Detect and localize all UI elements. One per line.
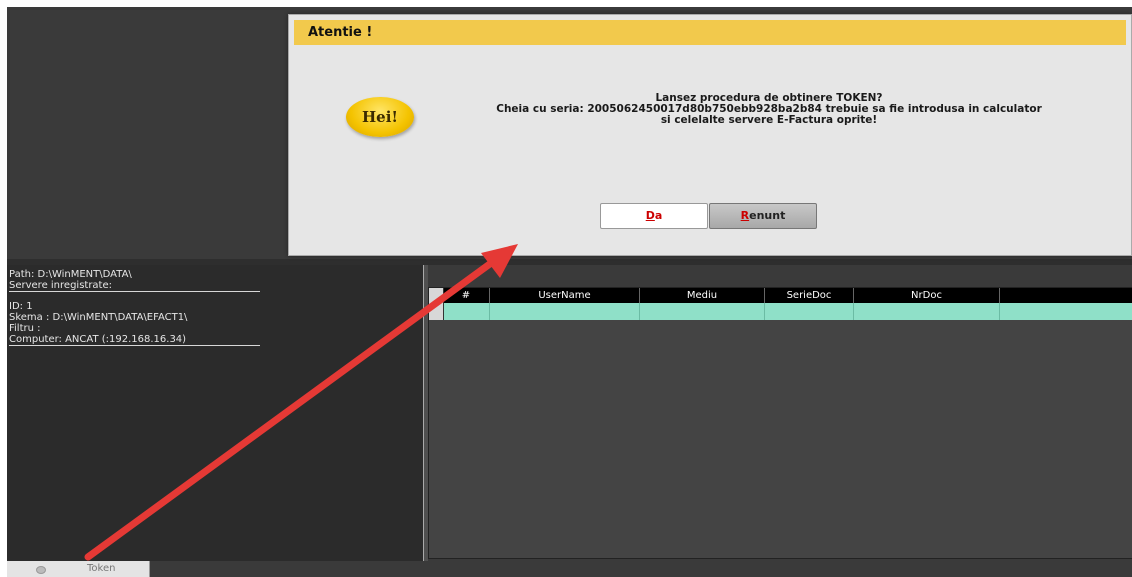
status-dot-icon xyxy=(36,566,46,574)
row-indicator xyxy=(429,288,444,320)
data-grid[interactable]: # UserName Mediu SerieDoc NrDoc xyxy=(428,287,1132,559)
renunt-button-label: enunt xyxy=(749,209,786,222)
cell-username[interactable] xyxy=(490,303,640,320)
column-header-nrdoc[interactable]: NrDoc xyxy=(854,288,1000,303)
cell-seriedoc[interactable] xyxy=(765,303,854,320)
server-info: Path: D:\WinMENT\DATA\ Servere inregistr… xyxy=(9,269,260,346)
servers-label: Servere inregistrate: xyxy=(9,280,113,291)
column-header-username[interactable]: UserName xyxy=(490,288,640,303)
token-tab[interactable]: Token xyxy=(7,561,150,577)
id-text: ID: 1 xyxy=(9,301,33,312)
renunt-button-hotkey: R xyxy=(740,209,750,222)
dialog-title-bar: Atentie ! xyxy=(294,20,1126,45)
message-line-3: si celelalte servere E-Factura oprite! xyxy=(660,114,878,126)
separator xyxy=(9,345,260,346)
table-row[interactable] xyxy=(429,303,1132,320)
confirm-dialog: Atentie ! Hei! Lansez procedura de obtin… xyxy=(288,14,1132,256)
filter-text: Filtru : xyxy=(9,323,41,334)
column-header-seriedoc[interactable]: SerieDoc xyxy=(765,288,854,303)
column-header-mediu[interactable]: Mediu xyxy=(640,288,765,303)
schema-text: Skema : D:\WinMENT\DATA\EFACT1\ xyxy=(9,312,188,323)
cell-mediu[interactable] xyxy=(640,303,765,320)
cell-nrdoc[interactable] xyxy=(854,303,1000,320)
hei-badge-text: Hei! xyxy=(362,108,398,126)
column-header-extra[interactable] xyxy=(1000,288,1132,303)
dialog-title: Atentie ! xyxy=(308,25,373,40)
hei-badge-icon: Hei! xyxy=(346,97,414,137)
server-info-panel: Path: D:\WinMENT\DATA\ Servere inregistr… xyxy=(7,265,424,561)
grid-header: # UserName Mediu SerieDoc NrDoc xyxy=(429,288,1132,303)
column-header-number[interactable]: # xyxy=(443,288,490,303)
token-tab-label: Token xyxy=(87,563,116,574)
status-bar: Token xyxy=(7,561,1132,577)
cell-number[interactable] xyxy=(443,303,490,320)
computer-text: Computer: ANCAT (:192.168.16.34) xyxy=(9,334,187,345)
path-text: Path: D:\WinMENT\DATA\ xyxy=(9,269,132,280)
dialog-message: Lansez procedura de obtinere TOKEN? Chei… xyxy=(419,93,1119,126)
separator xyxy=(9,291,260,292)
da-button[interactable]: Da xyxy=(600,203,708,229)
da-button-label: a xyxy=(654,209,663,222)
grid-panel: # UserName Mediu SerieDoc NrDoc xyxy=(428,265,1132,561)
renunt-button[interactable]: Renunt xyxy=(709,203,817,229)
da-button-hotkey: D xyxy=(645,209,655,222)
